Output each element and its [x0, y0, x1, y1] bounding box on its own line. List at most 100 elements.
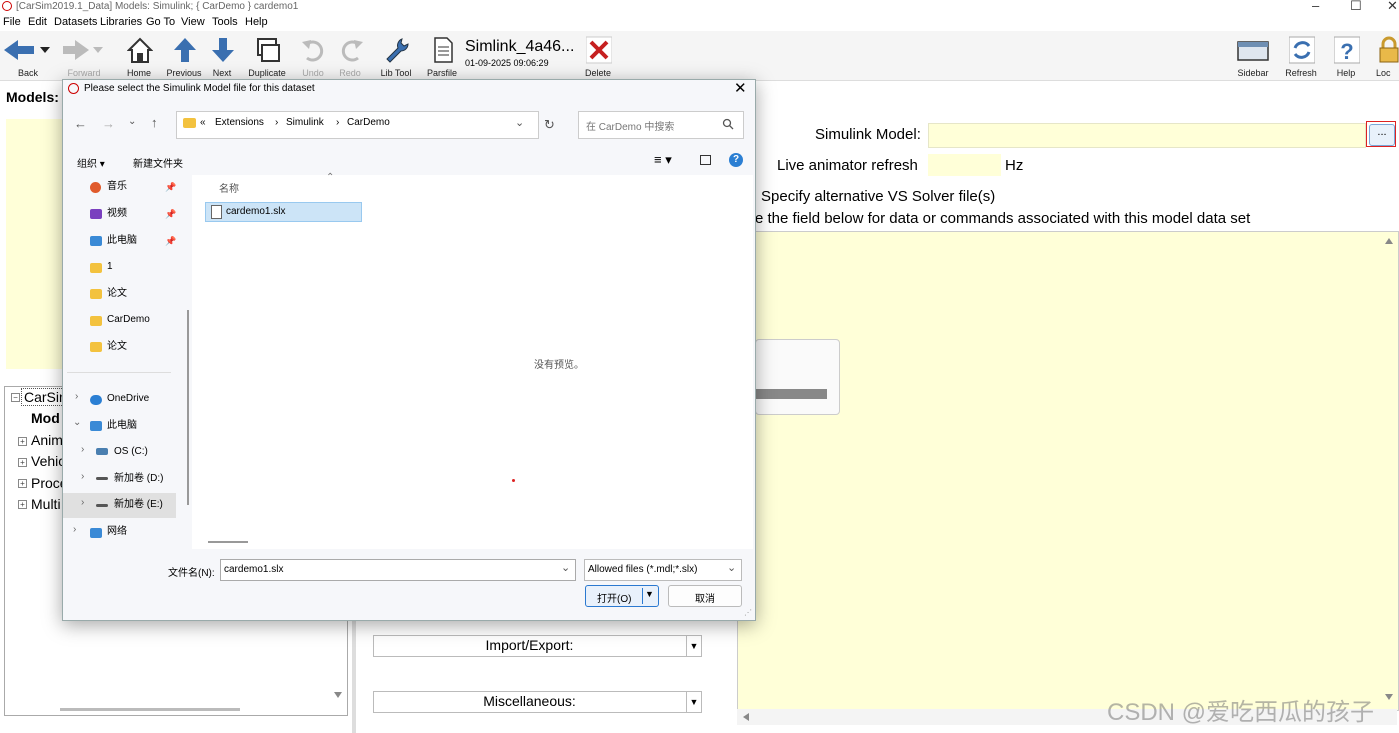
tree-item-vehicles[interactable]: Vehic [31, 453, 65, 469]
nav-item-drive-c[interactable]: OS (C:) [114, 443, 148, 461]
drive-windows-icon [96, 448, 108, 455]
column-header-name[interactable]: 名称 [219, 180, 239, 195]
folder-icon [90, 342, 102, 352]
nav-forward-icon[interactable]: → [102, 116, 115, 131]
menu-libraries[interactable]: Libraries [100, 16, 142, 28]
file-item[interactable]: cardemo1.slx [205, 202, 362, 222]
organize-menu[interactable]: 组织 ▾ [77, 155, 105, 170]
forward-button[interactable]: Forward [61, 31, 107, 80]
path-segment-extensions[interactable]: Extensions [215, 117, 264, 128]
chevron-down-icon[interactable]: ⌄ [73, 417, 81, 428]
tree-horizontal-scrollbar[interactable] [60, 708, 240, 711]
address-bar[interactable]: « Extensions › Simulink › CarDemo ⌄ [176, 111, 539, 139]
menu-tools[interactable]: Tools [212, 16, 238, 28]
search-icon [722, 118, 734, 130]
nav-item-videos[interactable]: 视频 [107, 205, 127, 223]
cancel-button[interactable]: 取消 [668, 585, 742, 607]
nav-item-this-pc[interactable]: 此电脑 [107, 417, 137, 435]
menu-file[interactable]: File [3, 16, 21, 28]
nav-up-icon[interactable]: ↑ [151, 115, 158, 130]
nav-item-drive-e[interactable]: 新加卷 (E:) [114, 496, 163, 514]
new-folder-button[interactable]: 新建文件夹 [133, 155, 183, 170]
chevron-right-icon[interactable]: › [81, 497, 84, 508]
down-arrow-icon [212, 38, 234, 62]
sidebar-button[interactable]: Sidebar [1230, 31, 1276, 80]
resize-grip-icon[interactable]: ⋰ [744, 608, 752, 617]
filename-label: 文件名(N): [168, 568, 215, 579]
scroll-left-arrow-icon [743, 713, 749, 721]
wrench-icon [386, 38, 409, 63]
dialog-close-button[interactable]: ✕ [734, 79, 747, 97]
preview-pane-icon[interactable] [700, 155, 711, 165]
menu-edit[interactable]: Edit [28, 16, 47, 28]
file-list-hscroll[interactable] [208, 541, 248, 543]
expand-icon[interactable]: + [18, 458, 27, 467]
dialog-title: Please select the Simulink Model file fo… [84, 83, 315, 94]
lock-button[interactable]: Loc [1372, 31, 1399, 80]
tree-item-animator[interactable]: Anim [31, 432, 63, 448]
refresh-icon[interactable]: ↻ [544, 117, 555, 133]
maximize-button[interactable]: ☐ [1350, 0, 1362, 14]
browse-button[interactable]: ... [1369, 124, 1395, 146]
network-icon [90, 528, 102, 538]
nav-item-cardemo[interactable]: CarDemo [107, 311, 150, 329]
simulink-model-field[interactable] [928, 123, 1366, 148]
menu-goto[interactable]: Go To [146, 16, 175, 28]
notes-textarea[interactable] [737, 231, 1399, 711]
back-button[interactable]: Back [4, 31, 51, 80]
expand-icon[interactable]: + [18, 437, 27, 446]
chevron-down-icon[interactable]: ⌄ [515, 116, 524, 129]
help-button[interactable]: ? Help [1323, 31, 1369, 80]
path-segment-simulink[interactable]: Simulink [286, 117, 324, 128]
import-export-dropdown[interactable]: Import/Export: ▼ [373, 635, 702, 657]
nav-item-onedrive[interactable]: OneDrive [107, 390, 149, 408]
chevron-right-icon[interactable]: › [75, 391, 78, 402]
question-mark-icon: ? [1334, 36, 1360, 64]
help-icon[interactable]: ? [729, 153, 743, 167]
chevron-right-icon[interactable]: › [81, 471, 84, 482]
chevron-down-icon: ▼ [686, 636, 701, 656]
pin-icon: 📌 [165, 236, 177, 246]
chevron-right-icon[interactable]: › [73, 524, 76, 535]
search-input[interactable]: 在 CarDemo 中搜索 [578, 111, 744, 139]
chevron-right-icon[interactable]: › [81, 444, 84, 455]
nav-item-network[interactable]: 网络 [107, 523, 127, 541]
view-options-icon[interactable]: ≡ ▾ [654, 152, 672, 168]
svg-text:?: ? [1340, 39, 1353, 64]
nav-back-icon[interactable]: ← [74, 116, 87, 131]
file-list: 名称 ⌃ [192, 172, 362, 549]
miscellaneous-dropdown[interactable]: Miscellaneous: ▼ [373, 691, 702, 713]
nav-item-papers[interactable]: 论文 [107, 285, 127, 303]
collapse-icon[interactable]: − [11, 393, 20, 402]
nav-item-drive-d[interactable]: 新加卷 (D:) [114, 470, 163, 488]
file-type-select[interactable]: Allowed files (*.mdl;*.slx) ⌄ [584, 559, 742, 581]
live-animator-field[interactable] [928, 154, 1001, 176]
chevron-down-icon[interactable]: ⌄ [561, 561, 570, 574]
models-description-field[interactable] [6, 119, 66, 369]
close-button[interactable]: ✕ [1387, 0, 1398, 14]
caret-down-icon[interactable]: ▼ [645, 589, 654, 599]
tree-item-multi[interactable]: Multi [31, 496, 61, 512]
minimize-button[interactable]: – [1312, 0, 1319, 13]
menu-view[interactable]: View [181, 16, 205, 28]
tree-item-models[interactable]: Mod [31, 410, 60, 426]
path-segment-cardemo[interactable]: CarDemo [347, 117, 390, 128]
nav-item-music[interactable]: 音乐 [107, 178, 127, 196]
file-name: cardemo1.slx [226, 206, 286, 217]
nav-item-this-pc-pinned[interactable]: 此电脑 [107, 232, 137, 250]
path-overflow[interactable]: « [200, 117, 206, 128]
recent-locations-icon[interactable]: ⌄ [128, 116, 136, 127]
menu-help[interactable]: Help [245, 16, 268, 28]
nav-item-papers-2[interactable]: 论文 [107, 338, 127, 356]
alt-solver-label[interactable]: Specify alternative VS Solver file(s) [761, 188, 995, 205]
menu-datasets[interactable]: Datasets [54, 16, 97, 28]
filename-input[interactable]: cardemo1.slx ⌄ [220, 559, 576, 581]
expand-icon[interactable]: + [18, 500, 27, 509]
nav-item-folder-1[interactable]: 1 [107, 258, 113, 276]
folder-icon [90, 289, 102, 299]
open-button[interactable]: 打开(O) ▼ [585, 585, 659, 607]
delete-button[interactable]: Delete [575, 31, 621, 80]
expand-icon[interactable]: + [18, 479, 27, 488]
chevron-down-icon[interactable]: ⌄ [727, 561, 736, 574]
parsfile-button[interactable]: Parsfile [419, 31, 465, 80]
